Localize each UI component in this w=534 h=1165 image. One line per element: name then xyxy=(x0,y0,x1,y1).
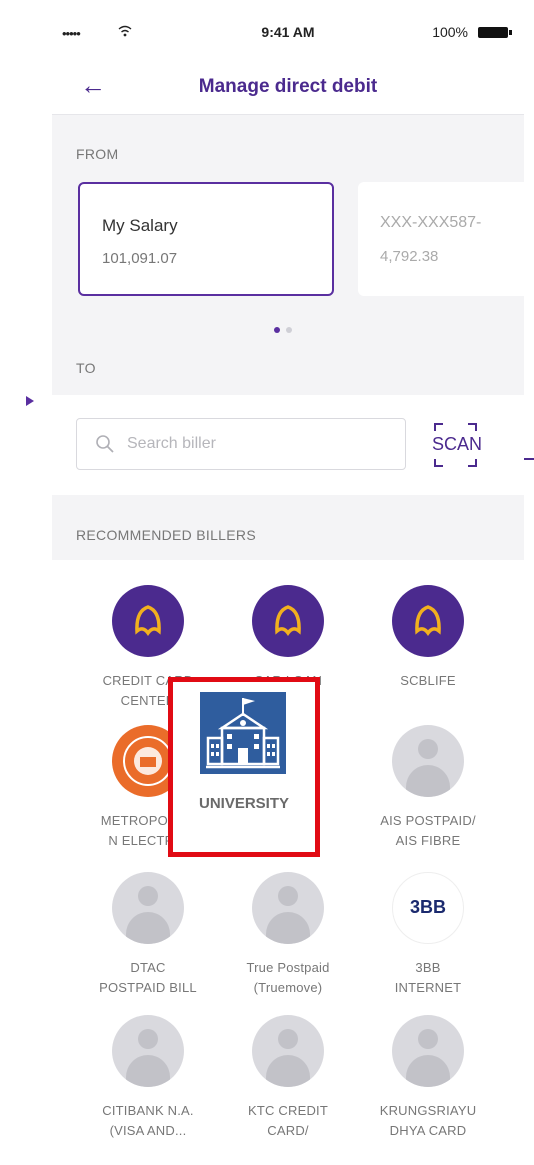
carousel-pagination xyxy=(274,320,298,338)
app-header: ← Manage direct debit xyxy=(52,60,524,115)
battery-percent: 100% xyxy=(432,24,468,40)
biller-label: KTC CREDIT CARD/ xyxy=(248,1103,328,1138)
battery-icon xyxy=(478,27,512,38)
biller-search-bar: SCAN xyxy=(52,395,524,495)
avatar-placeholder-icon xyxy=(112,1015,184,1087)
biller-true-postpaid[interactable]: True Postpaid (Truemove) xyxy=(218,872,358,1022)
university-building-icon xyxy=(200,692,286,774)
phone-screen: ••••• 9:41 AM 100% ← Manage direct debit… xyxy=(52,0,524,1165)
biller-label: 3BB INTERNET xyxy=(394,960,462,995)
scan-corner-icon xyxy=(468,459,477,467)
account-name: My Salary xyxy=(102,216,178,235)
status-bar: ••••• 9:41 AM 100% xyxy=(52,0,524,60)
avatar-placeholder-icon xyxy=(392,1015,464,1087)
account-balance: 101,091.07 xyxy=(102,250,178,267)
account-balance: 4,792.38 xyxy=(380,248,439,265)
biller-label: DTAC POSTPAID BILL xyxy=(99,960,197,995)
biller-ais-postpaid[interactable]: AIS POSTPAID/AIS FIBRE xyxy=(358,725,498,875)
to-label: TO xyxy=(76,360,96,376)
biller-label: CITIBANK N.A. (VISA AND... xyxy=(102,1103,194,1138)
from-label: FROM xyxy=(76,146,119,162)
page-title: Manage direct debit xyxy=(198,76,378,97)
avatar-placeholder-icon xyxy=(252,1015,324,1087)
avatar-placeholder-icon xyxy=(112,872,184,944)
biller-dtac-postpaid[interactable]: DTAC POSTPAID BILL xyxy=(78,872,218,1022)
account-card-secondary[interactable]: XXX-XXX587- 4,792.38 xyxy=(358,182,524,296)
avatar-placeholder-icon xyxy=(252,872,324,944)
scan-label: SCAN xyxy=(432,434,483,454)
avatar-placeholder-icon xyxy=(392,725,464,797)
biller-label: True Postpaid (Truemove) xyxy=(246,960,330,995)
biller-3bb-internet[interactable]: 3BB 3BB INTERNET xyxy=(358,872,498,1022)
side-arrow-icon xyxy=(26,396,34,406)
search-icon xyxy=(96,435,114,453)
search-biller-input[interactable] xyxy=(127,419,397,469)
account-name: XXX-XXX587- xyxy=(380,214,482,231)
biller-label: AIS POSTPAID/AIS FIBRE xyxy=(380,813,476,848)
recommended-billers-label: RECOMMENDED BILLERS xyxy=(76,527,256,543)
scan-corner-icon xyxy=(434,423,443,431)
biller-citibank[interactable]: CITIBANK N.A. (VISA AND... xyxy=(78,1015,218,1165)
pagination-dot[interactable] xyxy=(286,327,292,333)
scb-bell-icon xyxy=(392,585,464,657)
scan-corner-icon xyxy=(468,423,477,431)
university-label: UNIVERSITY xyxy=(198,795,289,812)
biller-krungsriayudhya-card[interactable]: KRUNGSRIAYU DHYA CARD xyxy=(358,1015,498,1165)
pagination-dot-active[interactable] xyxy=(274,327,280,333)
scb-bell-icon xyxy=(112,585,184,657)
biller-scblife[interactable]: SCBLIFE xyxy=(358,585,498,735)
search-box[interactable] xyxy=(76,418,406,470)
3bb-logo-text: 3BB xyxy=(409,897,446,917)
account-card-my-salary[interactable]: My Salary 101,091.07 xyxy=(78,182,334,296)
scan-button[interactable]: SCAN xyxy=(426,419,490,473)
biller-ktc-credit-card[interactable]: KTC CREDIT CARD/ xyxy=(218,1015,358,1165)
recommended-billers-grid: CREDIT CARDCENTER CAR LOAN SCBLIFE xyxy=(52,560,524,1165)
biller-label: SCBLIFE xyxy=(400,673,456,688)
scan-corner-icon xyxy=(434,459,443,467)
biller-label: KRUNGSRIAYU DHYA CARD xyxy=(379,1103,477,1138)
scb-bell-icon xyxy=(252,585,324,657)
3bb-logo-icon: 3BB xyxy=(392,872,464,944)
biller-university-highlighted[interactable]: UNIVERSITY xyxy=(168,677,320,857)
